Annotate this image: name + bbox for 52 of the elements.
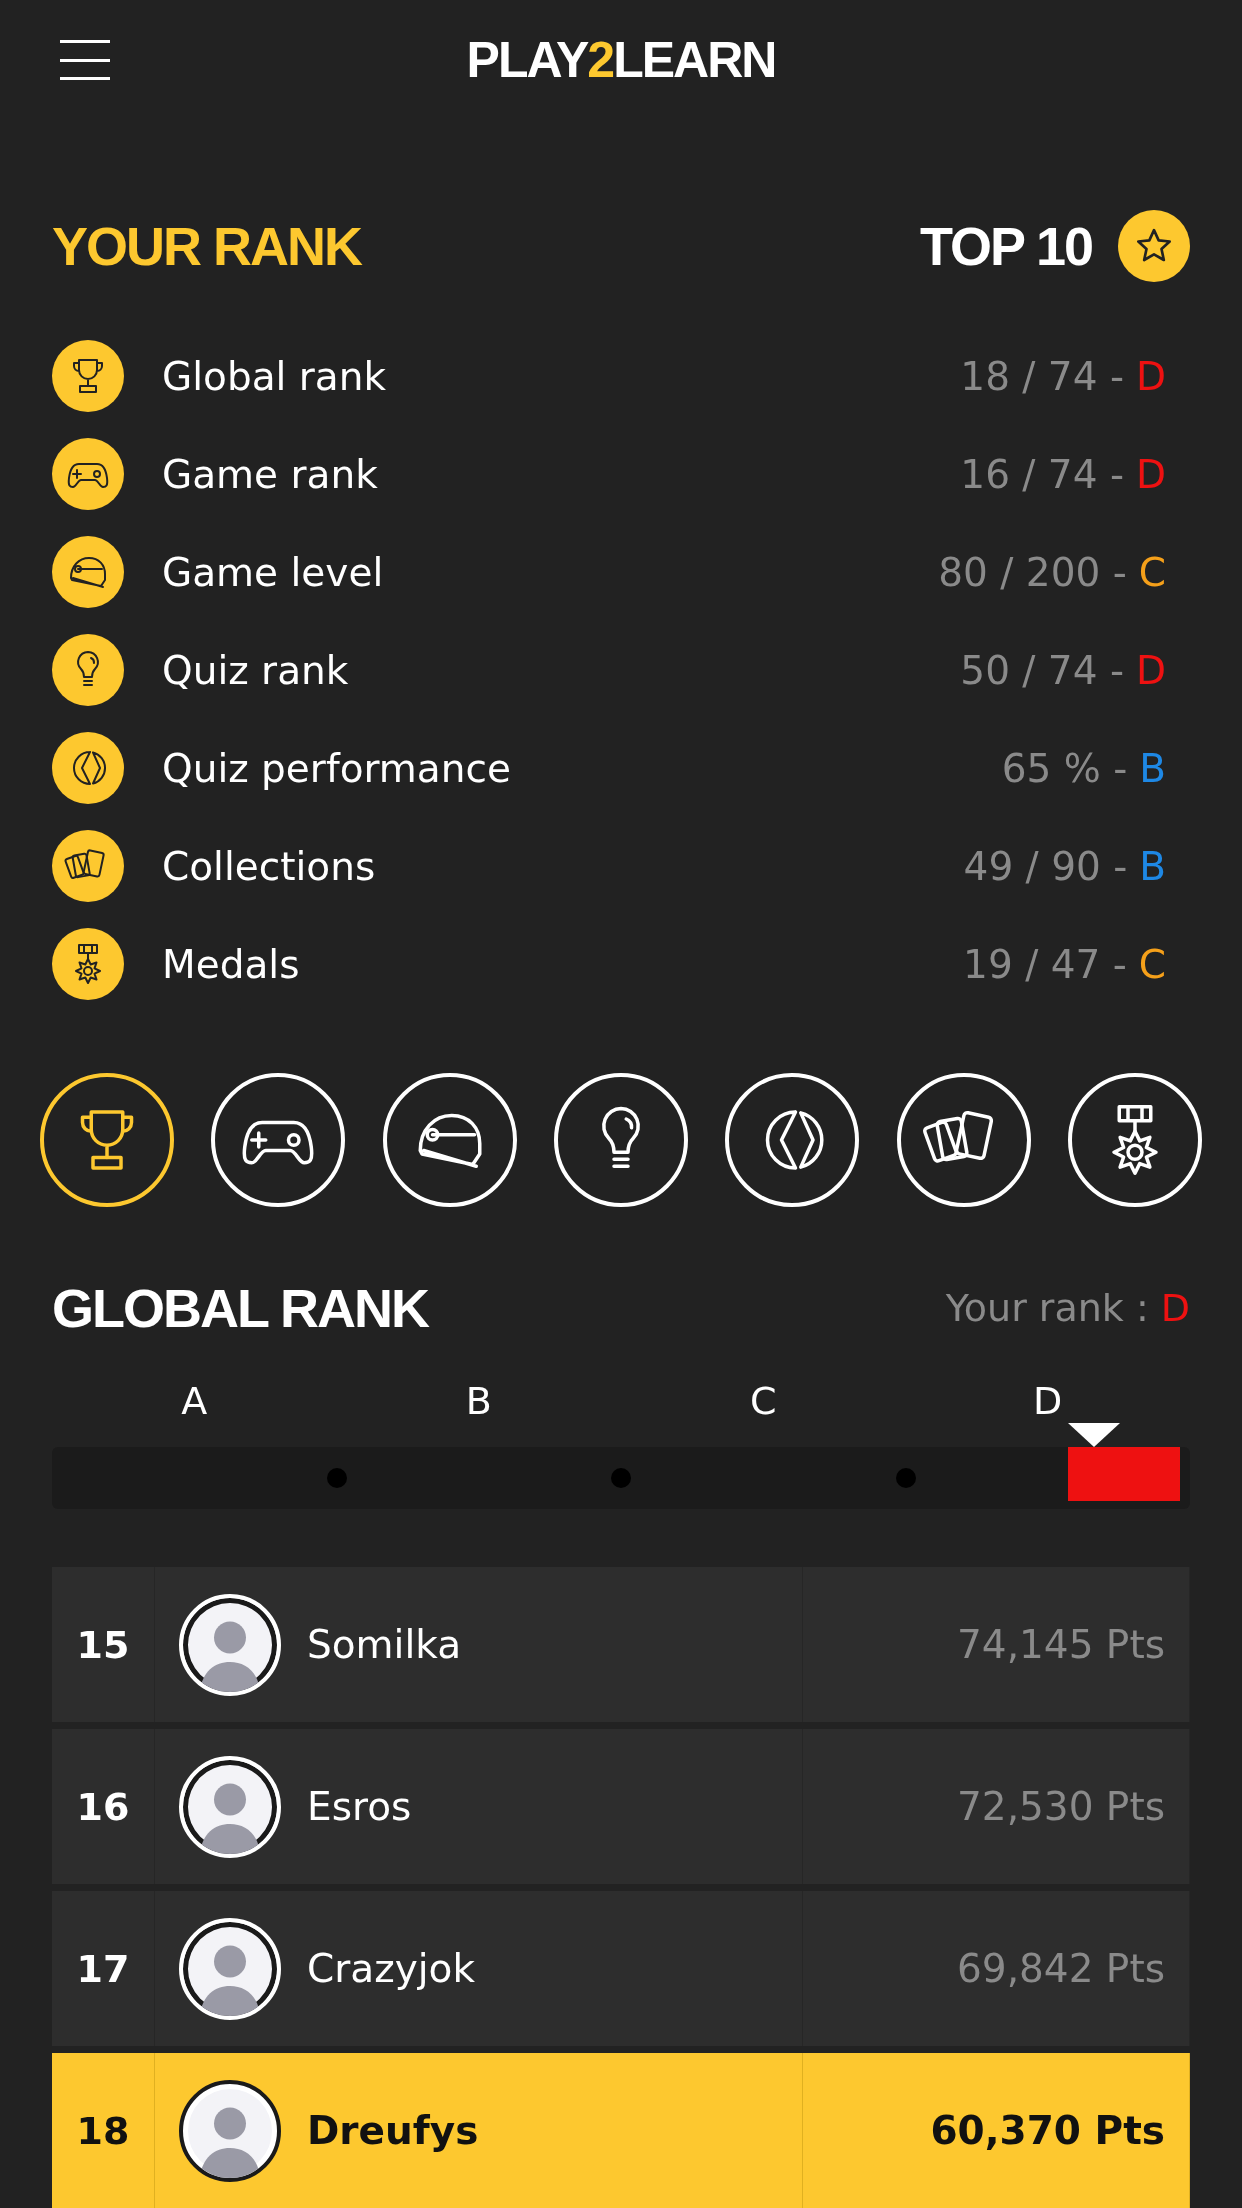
- grade-letter: B: [1139, 843, 1166, 889]
- stat-value: 18 / 74 -: [960, 353, 1124, 399]
- stat-value: 50 / 74 -: [960, 647, 1124, 693]
- grade-letter: B: [1139, 745, 1166, 791]
- grade-letter: C: [1138, 549, 1166, 595]
- leaderboard-row[interactable]: 16 Esros 72,530 Pts: [52, 1729, 1190, 1884]
- grade-letter: D: [1135, 451, 1166, 497]
- player-points: 74,145 Pts: [957, 1622, 1165, 1667]
- section-title: GLOBAL RANK: [52, 1277, 428, 1339]
- category-button[interactable]: [40, 1073, 174, 1207]
- scale-dot: [326, 1468, 347, 1488]
- grade-label: B: [465, 1379, 492, 1425]
- stat-label: Collections: [162, 843, 377, 889]
- rank-number: 17: [76, 1946, 130, 1991]
- stat-label: Quiz performance: [162, 745, 512, 791]
- player-name: Esros: [307, 1784, 412, 1829]
- stat-value: 65 % -: [1001, 745, 1128, 791]
- top-rank-label: TOP 10: [919, 215, 1092, 277]
- rank-number: 18: [76, 2108, 130, 2153]
- stat-label: Game rank: [162, 451, 379, 497]
- menu-button[interactable]: [60, 40, 110, 80]
- player-points: 69,842 Pts: [957, 1946, 1165, 1991]
- player-points: 60,370 Pts: [930, 2108, 1165, 2153]
- player-name: Crazyjok: [307, 1946, 475, 1991]
- rank-number: 16: [76, 1784, 130, 1829]
- grade-label: D: [1033, 1379, 1063, 1425]
- grade-letter: D: [1160, 1286, 1190, 1330]
- stat-label: Medals: [162, 941, 301, 987]
- stat-value: 19 / 47 -: [963, 941, 1127, 987]
- scale-dot: [611, 1468, 631, 1488]
- section-title: YOUR RANK: [52, 215, 361, 277]
- grade-letter: C: [1138, 941, 1166, 987]
- grade-label: C: [749, 1379, 777, 1425]
- grade-letter: D: [1135, 353, 1166, 399]
- rank-number: 15: [76, 1622, 130, 1667]
- leaderboard-row[interactable]: 17 Crazyjok 69,842 Pts: [52, 1891, 1190, 2046]
- player-name: Somilka: [307, 1622, 462, 1667]
- player-points: 72,530 Pts: [957, 1784, 1165, 1829]
- leaderboard-row[interactable]: 18 Dreufys 60,370 Pts: [52, 2053, 1190, 2208]
- app-logo: PLAY2LEARN: [466, 31, 776, 89]
- grade-letter: D: [1135, 647, 1166, 693]
- scale-dot: [895, 1468, 916, 1488]
- stat-value: 16 / 74 -: [960, 451, 1124, 497]
- your-rank-label: Your rank :: [945, 1286, 1149, 1330]
- leaderboard-row[interactable]: 15 Somilka 74,145 Pts: [52, 1567, 1190, 1722]
- stat-value: 80 / 200 -: [938, 549, 1127, 595]
- stat-value: 49 / 90 -: [963, 843, 1128, 889]
- grade-label: A: [181, 1379, 208, 1425]
- player-name: Dreufys: [307, 2108, 479, 2153]
- stat-label: Quiz rank: [162, 647, 350, 693]
- stat-label: Game level: [162, 549, 385, 595]
- stat-label: Global rank: [162, 353, 388, 399]
